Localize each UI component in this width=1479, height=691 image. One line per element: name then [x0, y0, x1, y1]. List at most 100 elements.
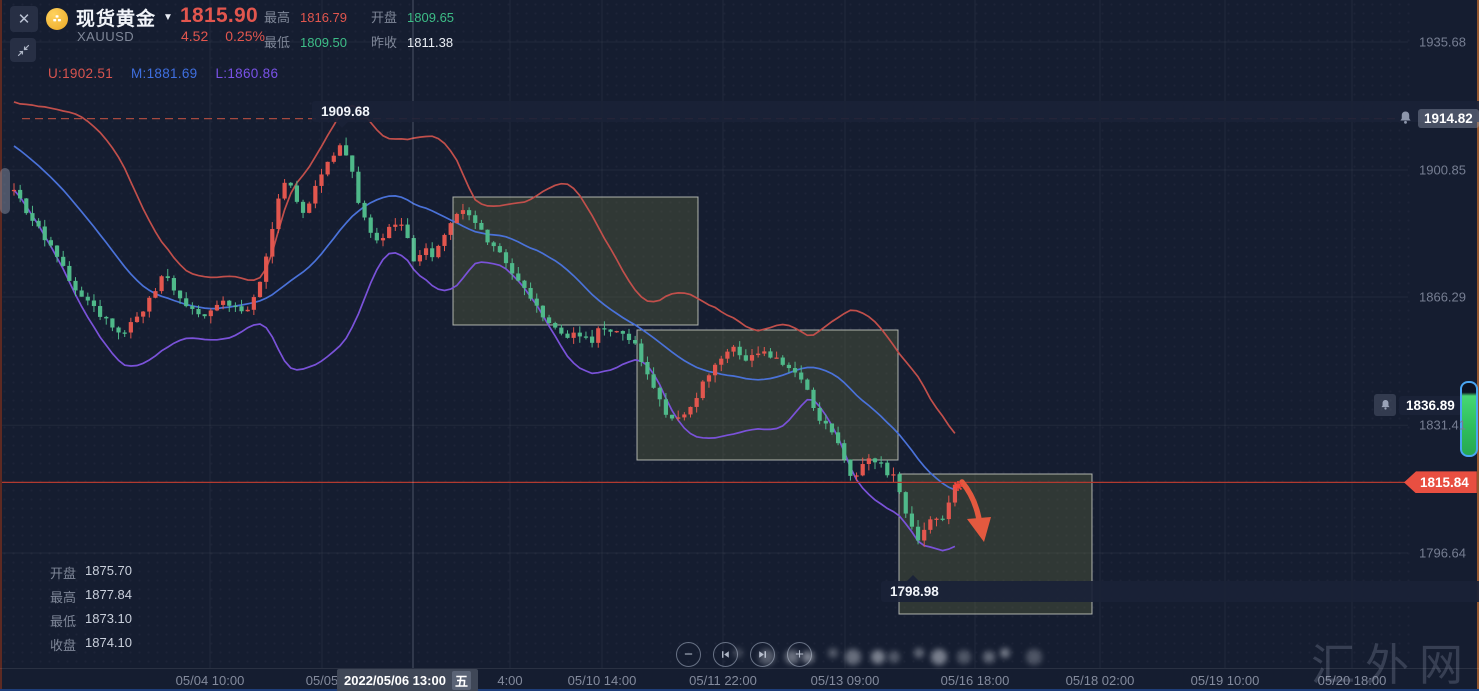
candle-body [805, 380, 809, 390]
candle-body [670, 415, 674, 419]
candle-body [928, 519, 932, 530]
candle-body [381, 238, 385, 240]
change-percent: 0.25% [225, 28, 265, 44]
candle-body [178, 291, 182, 299]
candle-body [891, 474, 895, 475]
candle-body [24, 198, 28, 213]
candle-body [596, 328, 600, 343]
candle-body [615, 331, 619, 332]
candle-body [639, 344, 643, 362]
candle-body [676, 417, 680, 418]
candle-body [135, 317, 139, 322]
left-edge-handle[interactable] [0, 168, 10, 214]
bollinger-readout: U:1902.51 M:1881.69 L:1860.86 [48, 66, 278, 81]
candle-body [811, 390, 815, 408]
candle-body [879, 462, 883, 463]
candle-body [842, 443, 846, 459]
watermark-dot [1000, 648, 1010, 658]
quote-stats: 最高 1816.79 最低 1809.50 开盘 1809.65 昨收 1811… [264, 7, 454, 51]
candle-body [203, 314, 207, 316]
zoom-out-button[interactable]: − [676, 642, 701, 667]
boll-upper-value: U:1902.51 [48, 66, 113, 81]
candle-body [578, 333, 582, 337]
symbol-selector[interactable]: 现货黄金 ▼ [76, 4, 174, 31]
bell-icon [1378, 398, 1393, 413]
change-value: 4.52 [181, 28, 208, 44]
candle-body [547, 317, 551, 323]
candle-body [196, 309, 200, 314]
candle-body [406, 225, 410, 238]
candle-body [424, 248, 428, 255]
candle-body [430, 248, 434, 257]
bell-button[interactable] [1374, 394, 1396, 416]
candle-body [762, 351, 766, 353]
candle-body [301, 202, 305, 213]
candle-body [590, 337, 594, 343]
candle-body [375, 233, 379, 241]
minus-icon: − [684, 646, 693, 663]
ohlc-high-label: 最高 [48, 587, 76, 606]
candle-body [652, 374, 656, 387]
candle-body [326, 162, 330, 175]
candle-body [688, 407, 692, 415]
ohlc-low-label: 最低 [48, 611, 76, 630]
x-axis-label: 05/18 02:00 [1066, 673, 1135, 688]
candle-body [209, 310, 213, 316]
candle-body [916, 527, 920, 541]
candle-body [467, 210, 471, 215]
price-alert-2[interactable]: 1836.89 [1374, 394, 1462, 416]
candle-body [258, 282, 262, 297]
candle-body [633, 340, 637, 343]
candle-body [80, 290, 84, 296]
candle-body [73, 281, 77, 291]
chevron-down-icon: ▼ [163, 12, 174, 23]
candle-body [239, 306, 243, 311]
candle-body [276, 199, 280, 229]
low-label: 最低 [264, 32, 290, 51]
price-change: 4.52 0.25% [181, 28, 265, 44]
candle-body [627, 334, 631, 340]
candle-body [153, 291, 157, 298]
candle-body [18, 190, 22, 199]
candle-body [873, 458, 877, 462]
candle-body [719, 359, 723, 365]
watermark-dot [1026, 649, 1042, 665]
alert-price-tag: 1836.89 [1399, 396, 1462, 415]
y-axis-label: 1866.29 [1419, 290, 1466, 305]
ohlc-low-value: 1873.10 [85, 611, 132, 630]
candle-body [116, 328, 120, 333]
candle-body [824, 421, 828, 424]
tooltip-date: 2022/05/06 13:00 [344, 673, 446, 688]
high-value: 1816.79 [300, 10, 347, 25]
candle-body [332, 156, 336, 162]
watermark-dot [733, 648, 743, 658]
candle-body [559, 328, 563, 334]
candle-body [516, 273, 520, 280]
last-price: 1815.90 [180, 4, 258, 28]
collapse-button[interactable] [10, 38, 36, 62]
close-button[interactable]: ✕ [10, 6, 38, 32]
candle-body [775, 358, 779, 359]
candle-body [725, 352, 729, 359]
candle-body [61, 257, 65, 266]
candle-body [510, 263, 514, 273]
candle-body [412, 238, 416, 261]
watermark-dot [957, 650, 971, 664]
watermark-dot [828, 648, 838, 658]
candle-body [98, 306, 102, 317]
trading-chart-window: ✕ 现货黄金 ▼ XAUUSD 1815.90 4.52 0.25% 最高 18… [0, 0, 1479, 691]
price-alert-1[interactable]: 1914.82 [1396, 109, 1479, 128]
candle-body [307, 204, 311, 213]
candle-body [658, 388, 662, 400]
candle-body [49, 240, 53, 245]
candle-body [418, 255, 422, 261]
candle-body [701, 382, 705, 399]
candle-body [645, 362, 649, 374]
candle-body [442, 235, 446, 246]
candle-body [768, 351, 772, 357]
candle-body [934, 519, 938, 520]
candle-body [270, 229, 274, 257]
high-label: 最高 [264, 7, 290, 26]
prev-close-value: 1811.38 [407, 35, 453, 50]
candle-body [215, 305, 219, 311]
